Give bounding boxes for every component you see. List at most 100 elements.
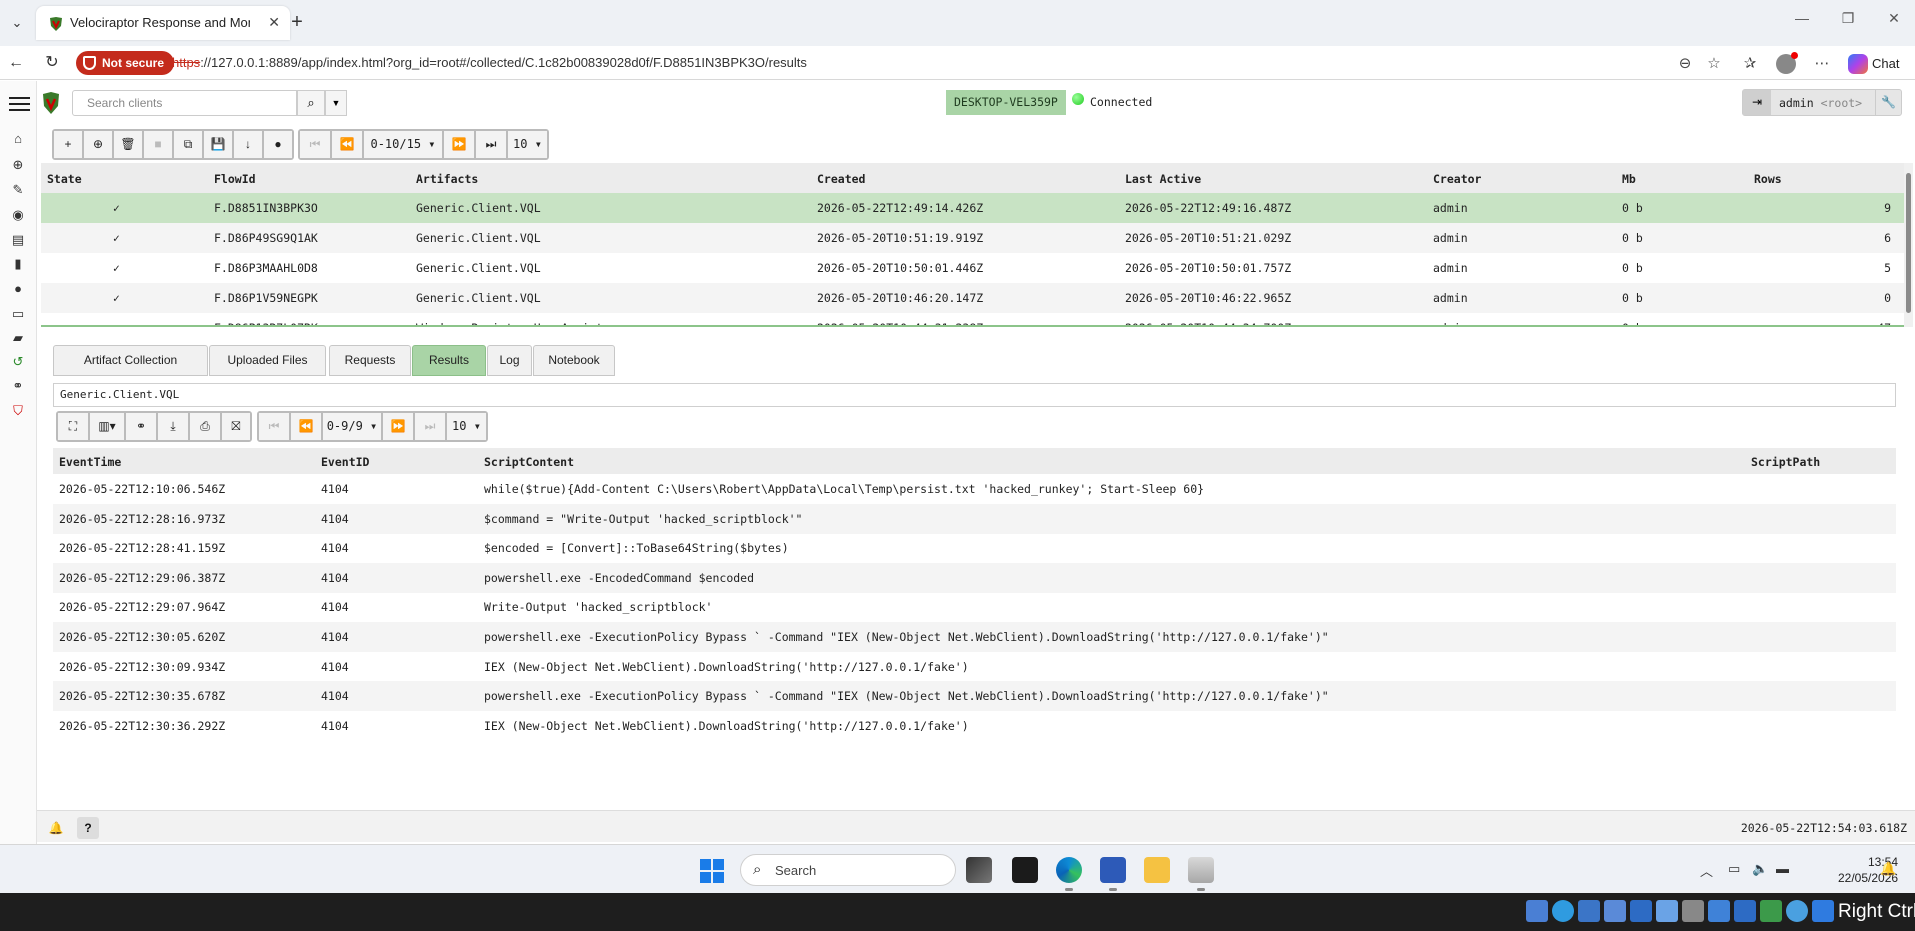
col-scriptpath[interactable]: ScriptPath xyxy=(1751,455,1820,469)
close-window-icon[interactable]: ✕ xyxy=(1880,10,1908,34)
result-row[interactable]: 2026-05-22T12:29:07.964Z 4104 Write-Output… xyxy=(53,592,1896,622)
flows-scrollbar-thumb[interactable] xyxy=(1906,173,1911,313)
host-usb-icon[interactable] xyxy=(1630,900,1652,922)
new-collection-icon[interactable]: + xyxy=(53,130,83,159)
export-icon[interactable]: ⎙ xyxy=(189,412,221,441)
host-keyboard-icon[interactable] xyxy=(1812,900,1834,922)
flow-row[interactable]: ✓ F.D8851IN3BPK3O Generic.Client.VQL 2026-0… xyxy=(41,193,1904,223)
host-network-icon[interactable] xyxy=(1604,900,1626,922)
result-row[interactable]: 2026-05-22T12:30:35.678Z 4104 powershell.e… xyxy=(53,681,1896,712)
flow-row[interactable]: ✓ F.D86P3MAAHL0D8 Generic.Client.VQL 2026-0… xyxy=(41,253,1904,283)
user-filter-icon[interactable]: ● xyxy=(263,130,293,159)
eye-icon[interactable]: ◉ xyxy=(9,206,27,224)
host-shared-folder-icon[interactable] xyxy=(1656,900,1678,922)
close-tab-icon[interactable]: ✕ xyxy=(268,14,280,31)
host-audio-icon[interactable] xyxy=(1578,900,1600,922)
host-cpu-icon[interactable] xyxy=(1760,900,1782,922)
artifact-selector[interactable]: Generic.Client.VQL xyxy=(53,383,1896,407)
powershell-icon[interactable] xyxy=(1100,857,1126,891)
app-running-icon[interactable] xyxy=(1188,857,1214,891)
result-row[interactable]: 2026-05-22T12:10:06.546Z 4104 while($true)… xyxy=(53,474,1896,504)
crosshair-icon[interactable]: ⊕ xyxy=(9,156,27,174)
result-row[interactable]: 2026-05-22T12:29:06.387Z 4104 powershell.e… xyxy=(53,562,1896,593)
first-page-icon[interactable]: ⏮ xyxy=(299,130,331,159)
search-dropdown-icon[interactable]: ▼ xyxy=(325,90,347,116)
file-explorer-icon[interactable] xyxy=(1144,857,1170,883)
favorite-star-icon[interactable]: ☆ xyxy=(1704,54,1724,74)
favorites-icon[interactable]: ✰ xyxy=(1740,54,1760,74)
results-prev-page-icon[interactable]: ⏪ xyxy=(290,412,322,441)
results-first-page-icon[interactable]: ⏮ xyxy=(258,412,290,441)
terminal-icon[interactable] xyxy=(1012,857,1038,883)
more-menu-icon[interactable]: ⋯ xyxy=(1812,54,1832,74)
server-icon[interactable]: ▤ xyxy=(9,231,27,249)
col-flowid[interactable]: FlowId xyxy=(214,172,256,186)
host-recording-icon[interactable] xyxy=(1708,900,1730,922)
flow-row[interactable]: ✓ F.D86P1V59NEGPK Generic.Client.VQL 2026-0… xyxy=(41,283,1904,313)
tab-uploaded-files[interactable]: Uploaded Files xyxy=(209,345,326,376)
result-row[interactable]: 2026-05-22T12:30:09.934Z 4104 IEX (New-Obj… xyxy=(53,652,1896,682)
edge-browser-icon[interactable] xyxy=(1056,857,1082,891)
search-clients-input[interactable]: Search clients xyxy=(72,90,297,116)
client-id-badge[interactable]: DESKTOP-VEL359P xyxy=(946,90,1066,115)
back-icon[interactable]: ← xyxy=(4,52,28,74)
host-vrde-icon[interactable] xyxy=(1734,900,1756,922)
hunt-icon[interactable]: ⊕ xyxy=(83,130,113,159)
col-mb[interactable]: Mb xyxy=(1622,172,1636,186)
hamburger-menu-icon[interactable] xyxy=(9,97,30,99)
save-icon[interactable]: 💾 xyxy=(203,130,233,159)
logout-icon[interactable]: ⇥ xyxy=(1743,90,1771,115)
profile-avatar[interactable] xyxy=(1776,52,1798,74)
flows-scrollbar[interactable] xyxy=(1904,163,1913,327)
col-rows[interactable]: Rows xyxy=(1754,172,1782,186)
tab-notebook[interactable]: Notebook xyxy=(533,345,615,376)
results-page-range[interactable]: 0-9/9 ▾ xyxy=(322,412,382,441)
delete-icon[interactable]: 🗑 xyxy=(113,130,143,159)
tab-artifact-collection[interactable]: Artifact Collection xyxy=(53,345,208,376)
binoculars-search-icon[interactable]: ⚭ xyxy=(125,412,157,441)
wrench-icon[interactable]: ✎ xyxy=(9,181,27,199)
result-row[interactable]: 2026-05-22T12:28:41.159Z 4104 $encoded = [… xyxy=(53,533,1896,563)
binoculars-icon[interactable]: ⚭ xyxy=(9,377,27,395)
last-page-icon[interactable]: ⏭ xyxy=(475,130,507,159)
volume-icon[interactable]: 🔈 xyxy=(1752,861,1768,877)
col-creator[interactable]: Creator xyxy=(1433,172,1481,186)
host-display-icon[interactable] xyxy=(1682,900,1704,922)
download-icon[interactable]: ↓ xyxy=(233,130,263,159)
notification-bell-icon[interactable]: 🔔 xyxy=(45,817,67,839)
new-tab-icon[interactable]: + xyxy=(284,10,310,36)
refresh-icon[interactable]: ↻ xyxy=(40,52,64,74)
velociraptor-shield-icon[interactable]: ⛉ xyxy=(9,402,27,420)
folder-icon[interactable]: ▰ xyxy=(9,329,27,347)
prev-page-icon[interactable]: ⏪ xyxy=(331,130,363,159)
results-last-page-icon[interactable]: ⏭ xyxy=(414,412,446,441)
battery-icon[interactable]: ▬ xyxy=(1776,861,1789,876)
task-view-icon[interactable] xyxy=(966,857,992,883)
tray-overflow-icon[interactable]: ︿ xyxy=(1700,861,1713,880)
search-icon[interactable]: ⌕ xyxy=(297,90,325,116)
result-row[interactable]: 2026-05-22T12:30:36.292Z 4104 IEX (New-Obj… xyxy=(53,711,1896,741)
tab-requests[interactable]: Requests xyxy=(329,345,411,376)
next-page-icon[interactable]: ⏩ xyxy=(443,130,475,159)
column-selector-icon[interactable]: ▥▾ xyxy=(89,412,125,441)
url-field[interactable]: https://127.0.0.1:8889/app/index.html?or… xyxy=(172,55,807,70)
taskbar-search[interactable]: ⌕ Search xyxy=(740,854,956,886)
restore-icon[interactable]: ❐ xyxy=(1834,10,1862,34)
copy-icon[interactable]: ⧉ xyxy=(173,130,203,159)
copilot-chat-button[interactable]: Chat xyxy=(1846,53,1899,75)
home-icon[interactable]: ⌂ xyxy=(9,130,27,148)
tab-results[interactable]: Results xyxy=(412,345,486,376)
minimize-icon[interactable]: — xyxy=(1788,10,1816,34)
book-icon[interactable]: ▮ xyxy=(9,255,27,273)
flows-page-range[interactable]: 0-10/15 ▾ xyxy=(363,130,443,159)
host-optical-icon[interactable] xyxy=(1552,900,1574,922)
not-secure-badge[interactable]: Not secure xyxy=(76,51,175,75)
col-artifacts[interactable]: Artifacts xyxy=(416,172,478,186)
flows-page-size[interactable]: 10 ▾ xyxy=(507,130,548,159)
stop-icon[interactable]: ■ xyxy=(143,130,173,159)
notifications-icon[interactable]: 🔔 xyxy=(1880,861,1896,877)
network-icon[interactable]: ▭ xyxy=(1728,861,1740,877)
browser-tab[interactable]: Velociraptor Response and Monito ✕ xyxy=(36,6,290,40)
host-disk-icon[interactable] xyxy=(1526,900,1548,922)
col-eventtime[interactable]: EventTime xyxy=(59,455,121,469)
